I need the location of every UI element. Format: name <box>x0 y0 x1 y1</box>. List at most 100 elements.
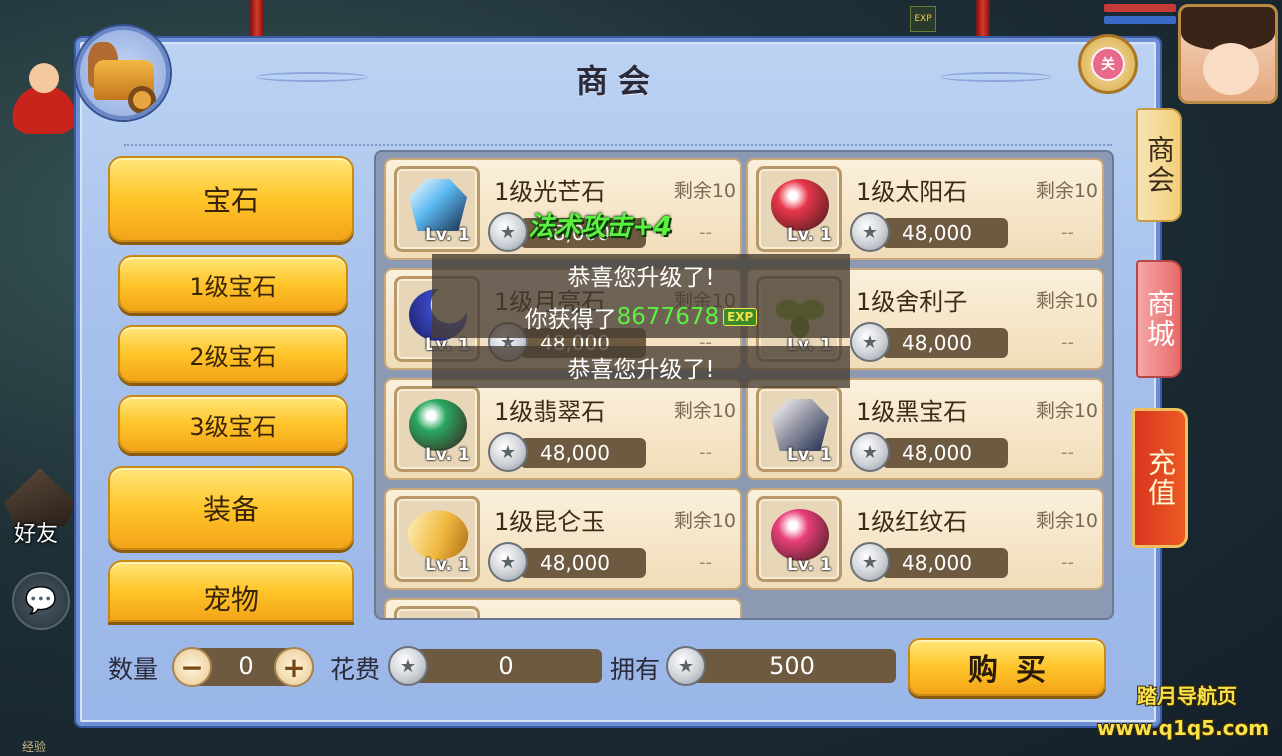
category-gem[interactable]: 宝石 <box>108 156 354 242</box>
cost-value: 0 <box>410 649 602 683</box>
header-divider <box>124 144 1112 146</box>
item-level-label: Lv. 1 <box>425 445 470 465</box>
gem-image <box>771 509 829 561</box>
chat-button[interactable]: 💬 <box>12 572 70 630</box>
item-stock: 剩余10 <box>1035 510 1098 532</box>
category-gem-level-1[interactable]: 1级宝石 <box>118 255 348 313</box>
item-price: 48,000 <box>520 548 646 578</box>
item-card[interactable]: Lv. 1 1级昆仑玉 剩余10 48,000 ★ -- <box>384 488 742 590</box>
owned-label: 拥有 <box>610 655 661 684</box>
gem-icon: Lv. 1 <box>394 386 480 472</box>
silver-coin-icon: ★ <box>850 322 890 362</box>
quantity-label: 数量 <box>108 655 159 684</box>
item-card[interactable]: Lv. 11级神秘石剩余1048,000★-- <box>384 598 742 620</box>
item-extra-value: -- <box>699 442 712 463</box>
levelup-notice: 恭喜您升级了! <box>432 254 850 296</box>
fortune-god-avatar[interactable] <box>8 48 80 134</box>
category-gem-level-3[interactable]: 3级宝石 <box>118 395 348 453</box>
owned-value: 500 <box>688 649 896 683</box>
item-stock: 剩余10 <box>1035 180 1098 202</box>
category-gem-level-2[interactable]: 2级宝石 <box>118 325 348 383</box>
quantity-value[interactable]: 0 <box>226 652 266 680</box>
gem-image <box>409 399 467 451</box>
item-price: 48,000 <box>882 548 1008 578</box>
item-card[interactable]: Lv. 1 1级太阳石 剩余10 48,000 ★ -- <box>746 158 1104 260</box>
tab-mall[interactable]: 商城 <box>1136 260 1182 378</box>
close-button[interactable]: 关 <box>1078 34 1138 94</box>
item-name: 1级光芒石 <box>494 178 606 206</box>
gem-icon: Lv. 1 <box>394 606 480 620</box>
buy-button[interactable]: 购买 <box>908 638 1106 696</box>
item-level-label: Lv. 1 <box>425 225 470 245</box>
item-stock: 剩余10 <box>673 180 736 202</box>
silver-coin-icon: ★ <box>488 432 528 472</box>
tab-chamber-of-commerce[interactable]: 商会 <box>1136 108 1182 222</box>
gem-image <box>409 619 467 620</box>
increase-quantity-button[interactable]: + <box>274 647 314 687</box>
panel-title: 商会 <box>575 62 660 100</box>
item-name: 1级黑宝石 <box>856 398 968 426</box>
silver-coin-icon: ★ <box>488 212 528 252</box>
item-name: 1级昆仑玉 <box>494 508 606 536</box>
gem-icon: Lv. 1 <box>756 166 842 252</box>
levelup-notice: 恭喜您升级了! <box>432 346 850 388</box>
exp-gain-prefix: 你获得了 <box>524 307 617 333</box>
item-stock: 剩余10 <box>673 400 736 422</box>
item-stock: 剩余10 <box>674 616 736 618</box>
player-avatar[interactable] <box>1178 4 1278 104</box>
exp-icon: EXP <box>723 308 758 326</box>
item-level-label: Lv. 1 <box>787 555 832 575</box>
item-extra-value: -- <box>699 222 712 243</box>
item-card[interactable]: Lv. 1 1级黑宝石 剩余10 48,000 ★ -- <box>746 378 1104 480</box>
gem-icon: Lv. 1 <box>394 166 480 252</box>
close-icon: 关 <box>1091 47 1125 81</box>
item-price: 48,000 <box>882 218 1008 248</box>
silver-coin-icon: ★ <box>488 542 528 582</box>
gem-icon: Lv. 1 <box>756 386 842 472</box>
item-price: 48,000 <box>882 328 1008 358</box>
item-name: 1级红纹石 <box>856 508 968 536</box>
item-name: 1级舍利子 <box>856 288 968 316</box>
cost-label: 花费 <box>330 655 381 684</box>
item-name: 1级神秘石 <box>494 612 605 618</box>
silver-coin-icon: ★ <box>850 212 890 252</box>
gem-image <box>409 179 467 231</box>
item-level-label: Lv. 1 <box>425 555 470 575</box>
item-card[interactable]: Lv. 1 1级红纹石 剩余10 48,000 ★ -- <box>746 488 1104 590</box>
item-price: 48,000 <box>520 438 646 468</box>
player-status-bars <box>1104 4 1176 32</box>
watermark-title: 踏月导航页 <box>1137 684 1237 708</box>
gem-image <box>771 179 829 231</box>
item-name: 1级翡翠石 <box>494 398 606 426</box>
gem-image <box>771 399 829 451</box>
item-stock: 剩余10 <box>1035 400 1098 422</box>
silver-coin-icon: ★ <box>666 646 706 686</box>
chat-bubble-icon: 💬 <box>24 586 58 616</box>
exp-gain-amount: 8677678 <box>616 304 720 330</box>
silver-coin-icon: ★ <box>850 542 890 582</box>
item-card[interactable]: Lv. 1 1级翡翠石 剩余10 48,000 ★ -- <box>384 378 742 480</box>
merchant-cart-icon <box>76 26 170 120</box>
gem-icon: Lv. 1 <box>394 496 480 582</box>
silver-coin-icon: ★ <box>850 432 890 472</box>
item-stock: 剩余10 <box>1035 290 1098 312</box>
item-level-label: Lv. 1 <box>787 445 832 465</box>
exp-bar-label: 经验 <box>22 740 47 754</box>
watermark-url: www.q1q5.com <box>1096 716 1270 740</box>
exp-badge-icon: EXP <box>910 6 936 32</box>
category-pet[interactable]: 宠物 <box>108 560 354 622</box>
silver-coin-icon: ★ <box>388 646 428 686</box>
friend-label[interactable]: 好友 <box>14 516 58 548</box>
exp-gain-notice: 你获得了 8677678 EXP <box>432 296 850 338</box>
item-extra-value: -- <box>1061 552 1074 573</box>
item-name: 1级太阳石 <box>856 178 968 206</box>
item-extra-value: -- <box>1061 222 1074 243</box>
item-extra-value: -- <box>1061 332 1074 353</box>
item-level-label: Lv. 1 <box>787 225 832 245</box>
category-equipment[interactable]: 装备 <box>108 466 354 550</box>
item-price: 48,000 <box>882 438 1008 468</box>
tab-recharge[interactable]: 充值 <box>1132 408 1188 548</box>
scene-pole <box>250 0 264 40</box>
decrease-quantity-button[interactable]: − <box>172 647 212 687</box>
attribute-bonus-popup: 法术攻击+4 <box>528 212 672 242</box>
